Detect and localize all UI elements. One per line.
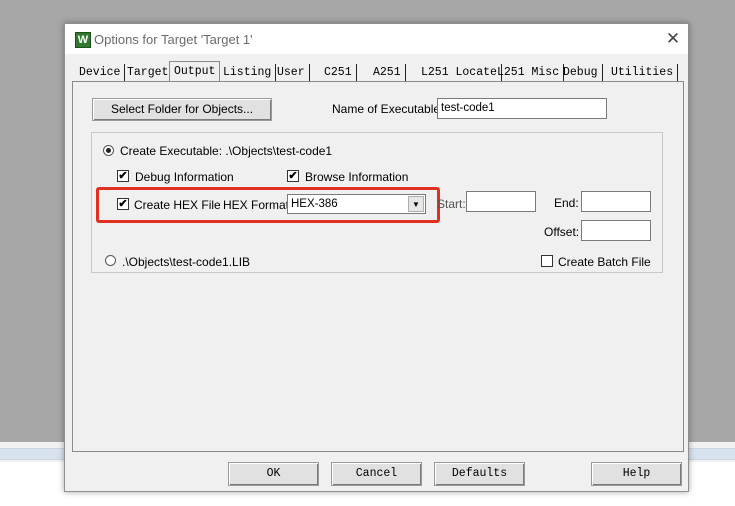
- tab-listing[interactable]: Listing: [219, 64, 277, 81]
- offset-label: Offset:: [544, 225, 580, 239]
- create-batch-file-label: Create Batch File: [558, 255, 651, 269]
- create-hex-file-label: Create HEX File: [134, 198, 221, 212]
- end-address-input[interactable]: [581, 191, 651, 212]
- help-button[interactable]: Help: [591, 462, 682, 486]
- create-executable-radio[interactable]: [103, 145, 114, 156]
- offset-input[interactable]: [581, 220, 651, 241]
- create-library-radio[interactable]: [105, 255, 116, 266]
- start-label: Start:: [437, 197, 466, 211]
- tab-output[interactable]: Output: [169, 61, 221, 81]
- tab-a251[interactable]: A251: [369, 64, 406, 81]
- create-batch-file-checkbox[interactable]: [541, 255, 553, 267]
- app-logo-icon: W: [75, 32, 91, 48]
- tab-device[interactable]: Device: [75, 64, 126, 81]
- tab-user[interactable]: User: [273, 64, 310, 81]
- close-button[interactable]: ✕: [663, 29, 683, 49]
- ok-button[interactable]: OK: [228, 462, 319, 486]
- radio-selected-dot: [106, 148, 111, 153]
- defaults-button[interactable]: Defaults: [434, 462, 525, 486]
- tab-debug[interactable]: Debug: [559, 64, 603, 81]
- create-executable-label: Create Executable: .\Objects\test-code1: [120, 144, 333, 158]
- browse-information-checkbox[interactable]: ✔: [287, 170, 299, 182]
- select-folder-button[interactable]: Select Folder for Objects...: [92, 98, 272, 121]
- tab-utilities[interactable]: Utilities: [607, 64, 679, 81]
- options-dialog: W Options for Target 'Target 1' ✕ Device…: [64, 23, 689, 492]
- executable-name-input[interactable]: test-code1: [437, 98, 607, 119]
- debug-information-label: Debug Information: [135, 170, 234, 184]
- hex-format-label: HEX Format:: [223, 198, 293, 212]
- cancel-button[interactable]: Cancel: [331, 462, 422, 486]
- hex-format-select[interactable]: HEX-386 ▼: [287, 194, 426, 214]
- create-library-label: .\Objects\test-code1.LIB: [122, 255, 251, 269]
- start-address-input[interactable]: [466, 191, 536, 212]
- executable-name-label: Name of Executable:: [332, 102, 444, 116]
- browse-information-label: Browse Information: [305, 170, 409, 184]
- hex-format-value: HEX-386: [291, 198, 338, 210]
- tab-target[interactable]: Target: [123, 64, 174, 81]
- window-title: Options for Target 'Target 1': [94, 32, 253, 47]
- chevron-down-icon[interactable]: ▼: [408, 196, 424, 212]
- create-hex-file-checkbox[interactable]: ✔: [117, 198, 129, 210]
- debug-information-checkbox[interactable]: ✔: [117, 170, 129, 182]
- title-bar[interactable]: W Options for Target 'Target 1' ✕: [65, 24, 688, 54]
- tab-l251-locate[interactable]: L251 Locate: [417, 64, 502, 81]
- end-label: End:: [554, 196, 579, 210]
- tab-l251-misc[interactable]: L251 Misc: [493, 64, 565, 81]
- tab-c251[interactable]: C251: [320, 64, 357, 81]
